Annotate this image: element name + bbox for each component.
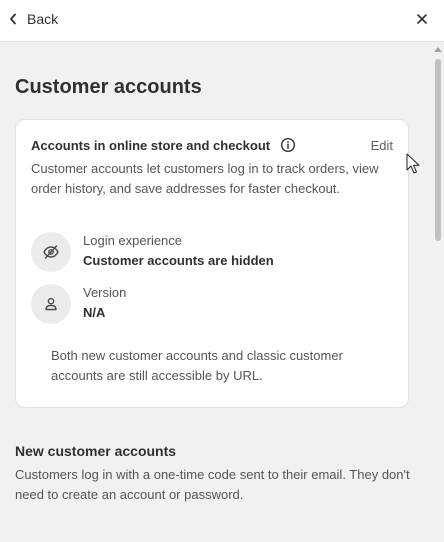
chevron-left-icon [8,13,18,25]
edit-link[interactable]: Edit [371,138,393,153]
version-value: N/A [83,305,106,320]
mouse-cursor-icon [406,153,420,180]
close-icon [414,14,430,31]
new-accounts-title: New customer accounts [15,443,177,459]
person-icon [31,284,71,324]
new-accounts-description: Customers log in with a one-time code se… [15,467,410,502]
login-experience-label: Login experience [83,233,183,248]
page-title: Customer accounts [15,76,202,98]
url-access-note: Both new customer accounts and classic c… [51,348,343,383]
scrollbar-thumb[interactable] [435,59,441,241]
close-button[interactable] [414,11,430,27]
back-button[interactable]: Back [8,9,58,29]
version-label: Version [83,285,127,300]
card-description: Customer accounts let customers log in t… [31,161,379,196]
scroll-up-icon[interactable] [434,47,442,52]
scrollbar[interactable] [432,43,444,542]
accounts-card: Accounts in online store and checkout Ed… [15,119,409,408]
card-title: Accounts in online store and checkout [31,138,271,153]
settings-panel: Customer accounts Accounts in online sto… [0,43,432,542]
login-experience-value: Customer accounts are hidden [83,253,274,268]
eye-off-icon [31,232,71,272]
top-bar: Back [0,0,444,42]
back-label: Back [27,11,59,27]
info-icon[interactable] [280,137,296,158]
